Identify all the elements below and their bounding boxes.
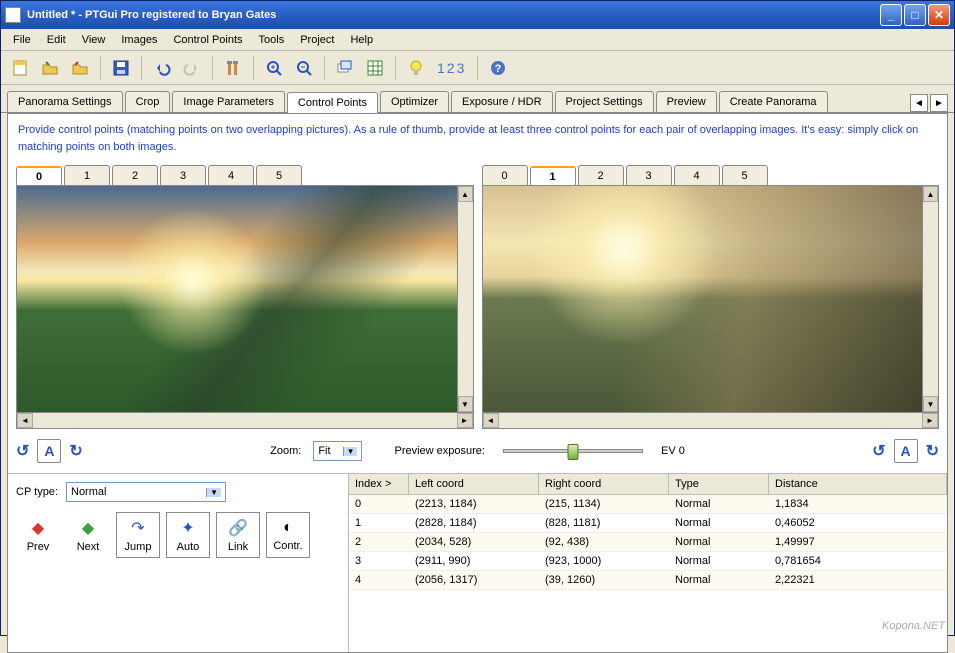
col-index[interactable]: Index > [349, 474, 409, 494]
bulb-icon[interactable] [403, 55, 429, 81]
tab-project-settings[interactable]: Project Settings [555, 91, 654, 112]
menu-edit[interactable]: Edit [39, 31, 74, 49]
exposure-slider[interactable] [503, 449, 643, 453]
menu-tools[interactable]: Tools [251, 31, 293, 49]
menu-control-points[interactable]: Control Points [165, 31, 250, 49]
cp-type-combo[interactable]: Normal▼ [66, 482, 226, 502]
menu-bar: File Edit View Images Control Points Too… [1, 29, 954, 51]
app-icon [5, 7, 21, 23]
menu-help[interactable]: Help [342, 31, 381, 49]
left-image-tab-5[interactable]: 5 [256, 165, 302, 185]
left-image-tab-3[interactable]: 3 [160, 165, 206, 185]
new-project-icon[interactable] [7, 55, 33, 81]
tab-create-panorama[interactable]: Create Panorama [719, 91, 828, 112]
right-image-tab-5[interactable]: 5 [722, 165, 768, 185]
images-icon[interactable] [332, 55, 358, 81]
left-image-tab-0[interactable]: 0 [16, 166, 62, 186]
right-image-tab-0[interactable]: 0 [482, 165, 528, 185]
table-row[interactable]: 4(2056, 1317)(39, 1260)Normal2,22321 [349, 571, 947, 590]
window-title: Untitled * - PTGui Pro registered to Bry… [27, 9, 880, 21]
menu-file[interactable]: File [5, 31, 39, 49]
zoom-label: Zoom: [270, 445, 301, 457]
next-button[interactable]: ◆Next [66, 512, 110, 558]
prev-button[interactable]: ◆Prev [16, 512, 60, 558]
menu-project[interactable]: Project [292, 31, 342, 49]
left-auto-a-button[interactable]: A [37, 439, 61, 463]
toolbar: 123 ? [1, 51, 954, 85]
minimize-button[interactable]: _ [880, 4, 902, 26]
table-row[interactable]: 0(2213, 1184)(215, 1134)Normal1,1834 [349, 495, 947, 514]
menu-images[interactable]: Images [113, 31, 165, 49]
hint-text: Provide control points (matching points … [8, 114, 947, 163]
right-image-tab-2[interactable]: 2 [578, 165, 624, 185]
tab-control-points[interactable]: Control Points [287, 92, 378, 113]
zoom-combo[interactable]: Fit▼ [313, 441, 362, 461]
menu-view[interactable]: View [74, 31, 114, 49]
preview-exposure-label: Preview exposure: [394, 445, 485, 457]
left-hscrollbar[interactable]: ◄► [16, 413, 474, 429]
tab-exposure-hdr[interactable]: Exposure / HDR [451, 91, 552, 112]
tab-crop[interactable]: Crop [125, 91, 171, 112]
col-right-coord[interactable]: Right coord [539, 474, 669, 494]
help-icon[interactable]: ? [485, 55, 511, 81]
right-image-viewport[interactable] [483, 186, 923, 412]
grid-icon[interactable] [362, 55, 388, 81]
right-hscrollbar[interactable]: ◄► [482, 413, 940, 429]
numbers-label[interactable]: 123 [433, 60, 470, 76]
tools-icon[interactable] [220, 55, 246, 81]
left-image-tab-2[interactable]: 2 [112, 165, 158, 185]
open-project-icon[interactable] [37, 55, 63, 81]
right-rotate-ccw-icon[interactable]: ↺ [872, 441, 885, 461]
left-image-viewport[interactable] [17, 186, 457, 412]
right-image-tab-1[interactable]: 1 [530, 166, 576, 186]
link-button[interactable]: 🔗Link [216, 512, 260, 558]
left-image-tab-1[interactable]: 1 [64, 165, 110, 185]
table-body[interactable]: 0(2213, 1184)(215, 1134)Normal1,18341(28… [349, 495, 947, 652]
left-rotate-ccw-icon[interactable]: ↺ [16, 441, 29, 461]
ev-value: EV 0 [661, 445, 685, 457]
maximize-button[interactable]: □ [904, 4, 926, 26]
left-image-tab-4[interactable]: 4 [208, 165, 254, 185]
redo-icon[interactable] [179, 55, 205, 81]
auto-button[interactable]: ✦Auto [166, 512, 210, 558]
tab-panorama-settings[interactable]: Panorama Settings [7, 91, 123, 112]
tabs-scroll-right[interactable]: ► [930, 94, 948, 112]
table-header: Index > Left coord Right coord Type Dist… [349, 474, 947, 495]
tabs-row: Panorama Settings Crop Image Parameters … [1, 85, 954, 113]
cp-type-label: CP type: [16, 486, 58, 498]
left-rotate-cw-icon[interactable]: ↻ [69, 441, 82, 461]
tab-image-parameters[interactable]: Image Parameters [172, 91, 284, 112]
right-vscrollbar[interactable]: ▲▼ [922, 186, 938, 412]
tab-preview[interactable]: Preview [656, 91, 717, 112]
jump-button[interactable]: ↷Jump [116, 512, 160, 558]
right-image-tab-3[interactable]: 3 [626, 165, 672, 185]
tabs-scroll-left[interactable]: ◄ [910, 94, 928, 112]
svg-text:?: ? [495, 63, 502, 75]
right-image-tab-4[interactable]: 4 [674, 165, 720, 185]
table-row[interactable]: 2(2034, 528)(92, 438)Normal1,49997 [349, 533, 947, 552]
tab-optimizer[interactable]: Optimizer [380, 91, 449, 112]
col-distance[interactable]: Distance [769, 474, 947, 494]
save-disk-icon[interactable] [108, 55, 134, 81]
zoom-out-icon[interactable] [291, 55, 317, 81]
col-type[interactable]: Type [669, 474, 769, 494]
col-left-coord[interactable]: Left coord [409, 474, 539, 494]
table-row[interactable]: 1(2828, 1184)(828, 1181)Normal0,46052 [349, 514, 947, 533]
left-vscrollbar[interactable]: ▲▼ [457, 186, 473, 412]
right-auto-a-button[interactable]: A [894, 439, 918, 463]
right-rotate-cw-icon[interactable]: ↻ [926, 441, 939, 461]
table-row[interactable]: 3(2911, 990)(923, 1000)Normal0,781654 [349, 552, 947, 571]
save-project-icon[interactable] [67, 55, 93, 81]
watermark: Kopona.NET [882, 620, 945, 632]
close-button[interactable]: ✕ [928, 4, 950, 26]
undo-icon[interactable] [149, 55, 175, 81]
contrast-button[interactable]: ◐Contr. [266, 512, 310, 558]
zoom-in-icon[interactable] [261, 55, 287, 81]
